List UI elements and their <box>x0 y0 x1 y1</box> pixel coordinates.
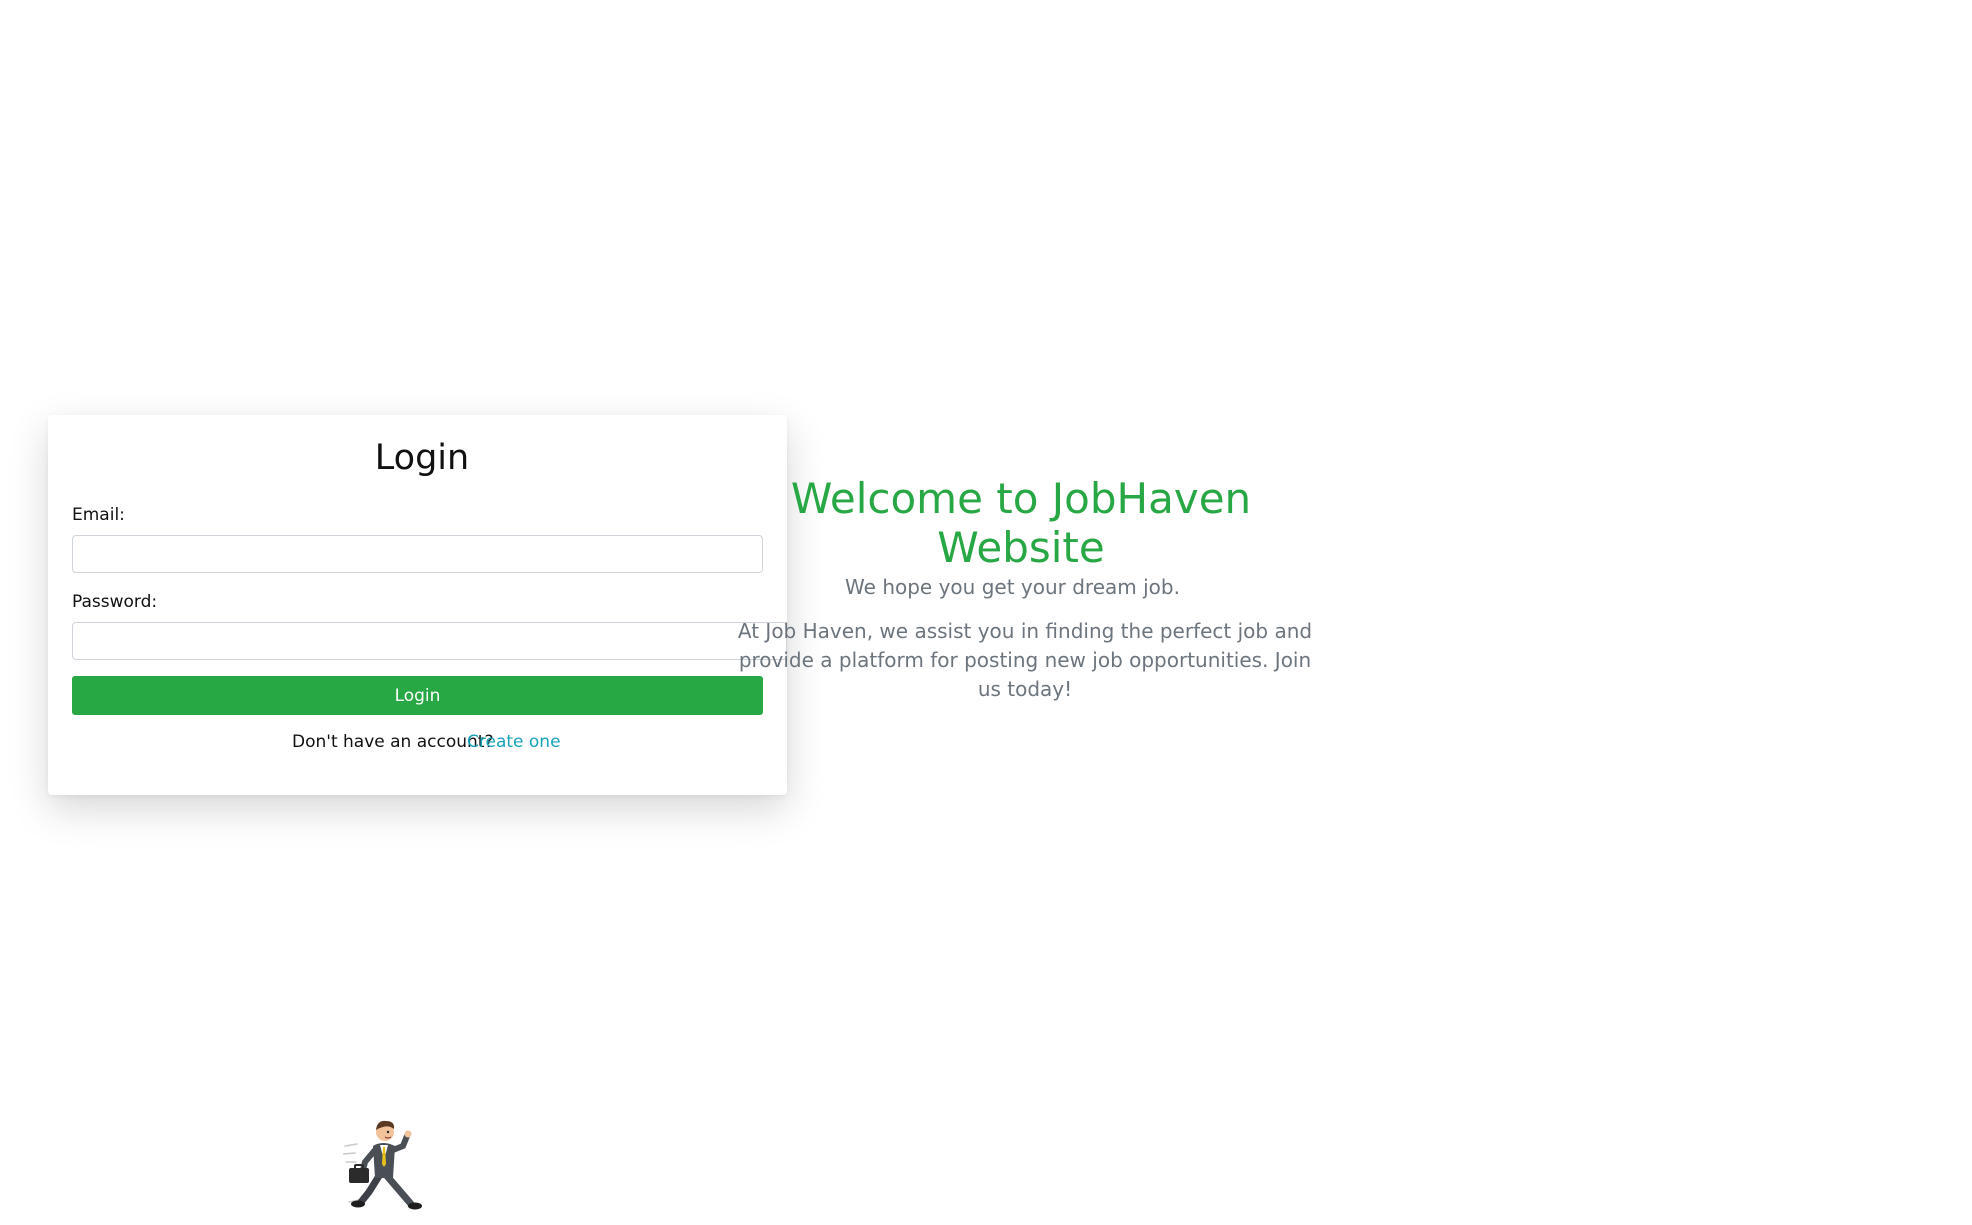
welcome-title: Welcome to JobHaven Website <box>790 474 1252 572</box>
signup-prompt: Don't have an account? Create one <box>292 732 561 752</box>
welcome-subtitle: We hope you get your dream job. <box>845 575 1180 599</box>
password-label: Password: <box>72 592 158 612</box>
email-field[interactable] <box>72 535 763 573</box>
password-field[interactable] <box>72 622 787 660</box>
welcome-section: Welcome to JobHaven Website We hope you … <box>735 474 1315 704</box>
create-account-link[interactable]: Create one <box>467 732 561 752</box>
login-button[interactable]: Login <box>72 676 763 715</box>
email-label: Email: <box>72 505 125 525</box>
businessman-running-icon <box>343 1120 422 1210</box>
login-card: Login Email: Password: Login Don't have … <box>48 415 787 795</box>
login-title: Login <box>374 438 470 478</box>
welcome-description: At Job Haven, we assist you in finding t… <box>737 619 1313 701</box>
page: Login Email: Password: Login Don't have … <box>0 0 1972 1225</box>
no-account-text: Don't have an account? <box>292 732 494 752</box>
